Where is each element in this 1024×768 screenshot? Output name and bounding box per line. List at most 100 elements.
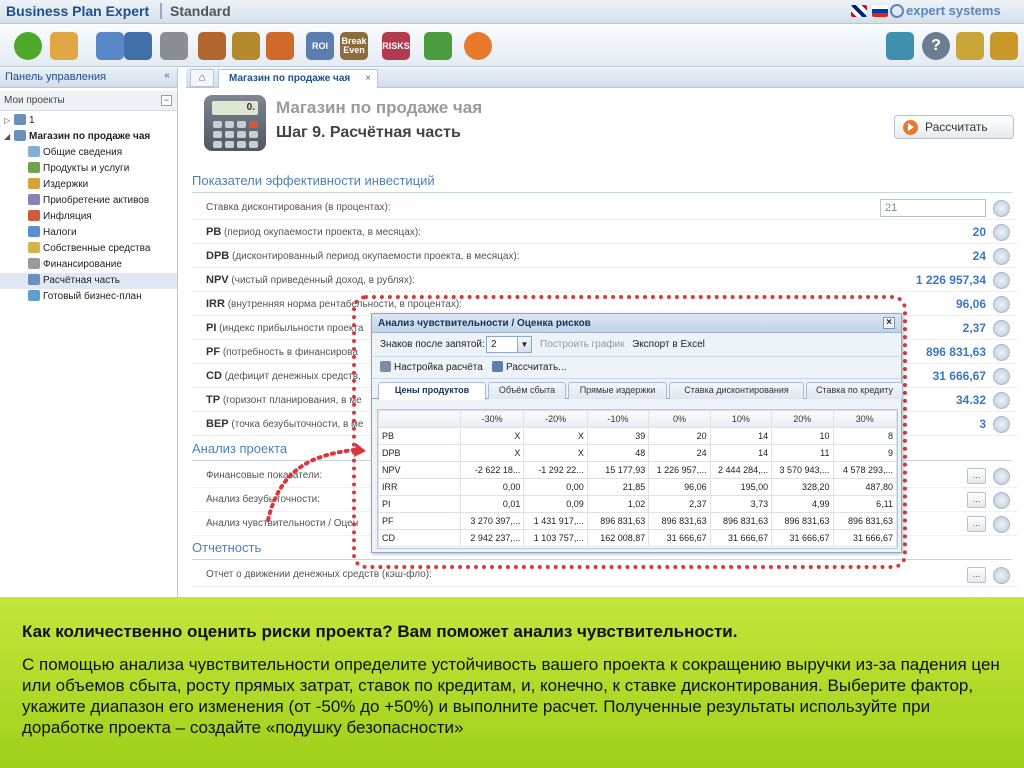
table-cell: 487,80 [832, 478, 898, 496]
chevron-down-icon[interactable]: ▼ [517, 337, 531, 352]
table-cell: 4 578 293,... [832, 461, 898, 479]
table-cell: X [459, 427, 525, 445]
table-cell: 6,11 [832, 495, 898, 513]
table-cell: -1 292 22... [523, 461, 588, 479]
table-cell: 14 [709, 444, 773, 462]
row-header: CD [378, 529, 461, 547]
table-cell: 896 831,63 [832, 512, 898, 530]
table-row: PI 0,01 0,09 1,02 2,37 3,73 4,99 6,11 [378, 495, 898, 513]
column-header: -30% [459, 410, 525, 428]
table-cell: 31 666,67 [771, 529, 834, 547]
dialog-tab[interactable]: Объём сбыта [488, 382, 566, 399]
dialog-title: Анализ чувствительности / Оценка рисков [378, 318, 591, 329]
column-header: -20% [523, 410, 588, 428]
table-cell: 3,73 [709, 495, 773, 513]
table-cell: 14 [709, 427, 773, 445]
app-window: Business Plan Expert Standard expert sys… [0, 0, 1024, 768]
column-header: -10% [586, 410, 650, 428]
dialog-tab[interactable]: Ставка по кредиту [806, 382, 903, 399]
dialog-actions-bar: Настройка расчёта Рассчитать... [372, 357, 901, 379]
export-excel-button[interactable]: Экспорт в Excel [632, 339, 705, 350]
sensitivity-table: -30% -20% -10% 0% 10% 20% 30% PB X X 39 20 14 10 8 DPB X… [378, 410, 898, 547]
sensitivity-analysis-dialog: Анализ чувствительности / Оценка рисков … [371, 313, 903, 553]
table-row: PB X X 39 20 14 10 8 [378, 427, 898, 445]
table-cell: 31 666,67 [709, 529, 773, 547]
table-cell: 0,09 [523, 495, 588, 513]
table-cell: 2 444 284,... [709, 461, 773, 479]
table-cell: 2 942 237,... [459, 529, 525, 547]
table-cell: 1 431 917,... [523, 512, 588, 530]
dialog-tab[interactable]: Прямые издержки [568, 382, 667, 399]
build-chart-button[interactable]: Построить график [540, 339, 625, 350]
table-icon [492, 361, 503, 372]
table-cell: 39 [586, 427, 650, 445]
row-header: DPB [378, 444, 461, 462]
table-cell: 195,00 [709, 478, 773, 496]
table-cell: 15 177,93 [586, 461, 650, 479]
dialog-options-bar: Знаков после запятой: 2 ▼ Построить граф… [372, 333, 901, 357]
banner-text: С помощью анализа чувствительности опред… [22, 655, 1000, 737]
table-row: IRR 0,00 0,00 21,85 96,06 195,00 328,20 487,80 [378, 478, 898, 496]
dialog-tabs: Цены продуктов Объём сбыта Прямые издержки… [372, 379, 903, 400]
row-header: NPV [378, 461, 461, 479]
row-header: IRR [378, 478, 461, 496]
column-header: 0% [648, 410, 711, 428]
dialog-title-bar: Анализ чувствительности / Оценка рисков … [372, 314, 901, 333]
table-cell: 9 [832, 444, 898, 462]
table-cell: 8 [832, 427, 898, 445]
wrench-icon [380, 361, 391, 372]
info-banner: Как количественно оценить риски проекта?… [0, 597, 1024, 768]
column-header: 10% [709, 410, 773, 428]
decimals-value: 2 [491, 339, 497, 350]
table-cell: X [523, 427, 588, 445]
row-header: PF [378, 512, 461, 530]
table-cell: 0,00 [523, 478, 588, 496]
table-cell: 1 103 757,... [523, 529, 588, 547]
table-cell: 162 008,87 [586, 529, 650, 547]
table-cell: 0,01 [459, 495, 525, 513]
dialog-tab[interactable]: Цены продуктов [378, 382, 486, 400]
table-cell: 1,02 [586, 495, 650, 513]
sensitivity-grid: -30% -20% -10% 0% 10% 20% 30% PB X X 39 20 14 10 8 DPB X… [377, 409, 898, 549]
table-row: NPV -2 622 18... -1 292 22... 15 177,93 1 22… [378, 461, 898, 479]
table-cell: 10 [771, 427, 834, 445]
decimals-label: Знаков после запятой: [380, 339, 485, 350]
dialog-calculate-button[interactable]: Рассчитать... [492, 361, 567, 373]
column-header: 30% [832, 410, 898, 428]
table-cell: 11 [771, 444, 834, 462]
row-header: PI [378, 495, 461, 513]
table-cell: 20 [648, 427, 711, 445]
table-cell: 1 226 957,... [648, 461, 711, 479]
calc-settings-button[interactable]: Настройка расчёта [380, 361, 483, 373]
calc-settings-label: Настройка расчёта [394, 362, 483, 373]
table-cell: 24 [648, 444, 711, 462]
table-cell: 48 [586, 444, 650, 462]
table-cell: 896 831,63 [771, 512, 834, 530]
table-cell: 31 666,67 [648, 529, 711, 547]
table-cell: 896 831,63 [648, 512, 711, 530]
dialog-calculate-label: Рассчитать... [506, 362, 567, 373]
table-cell: X [523, 444, 588, 462]
column-header: 20% [771, 410, 834, 428]
table-cell: 896 831,63 [586, 512, 650, 530]
column-header [378, 410, 461, 428]
table-cell: 328,20 [771, 478, 834, 496]
table-cell: 31 666,67 [832, 529, 898, 547]
table-cell: -2 622 18... [459, 461, 525, 479]
table-cell: 0,00 [459, 478, 525, 496]
table-cell: 21,85 [586, 478, 650, 496]
table-row: CD 2 942 237,... 1 103 757,... 162 008,87 31… [378, 529, 898, 547]
table-cell: 896 831,63 [709, 512, 773, 530]
dialog-close-icon[interactable]: × [883, 317, 895, 329]
table-cell: 2,37 [648, 495, 711, 513]
table-row: PF 3 270 397,... 1 431 917,... 896 831,63 89… [378, 512, 898, 530]
banner-heading: Как количественно оценить риски проекта?… [22, 622, 738, 641]
table-cell: 4,99 [771, 495, 834, 513]
row-header: PB [378, 427, 461, 445]
table-cell: 3 270 397,... [459, 512, 525, 530]
decimals-select[interactable]: 2 ▼ [486, 336, 532, 353]
table-header-row: -30% -20% -10% 0% 10% 20% 30% [378, 410, 898, 428]
table-cell: 96,06 [648, 478, 711, 496]
dialog-tab[interactable]: Ставка дисконтирования [669, 382, 804, 399]
table-cell: X [459, 444, 525, 462]
